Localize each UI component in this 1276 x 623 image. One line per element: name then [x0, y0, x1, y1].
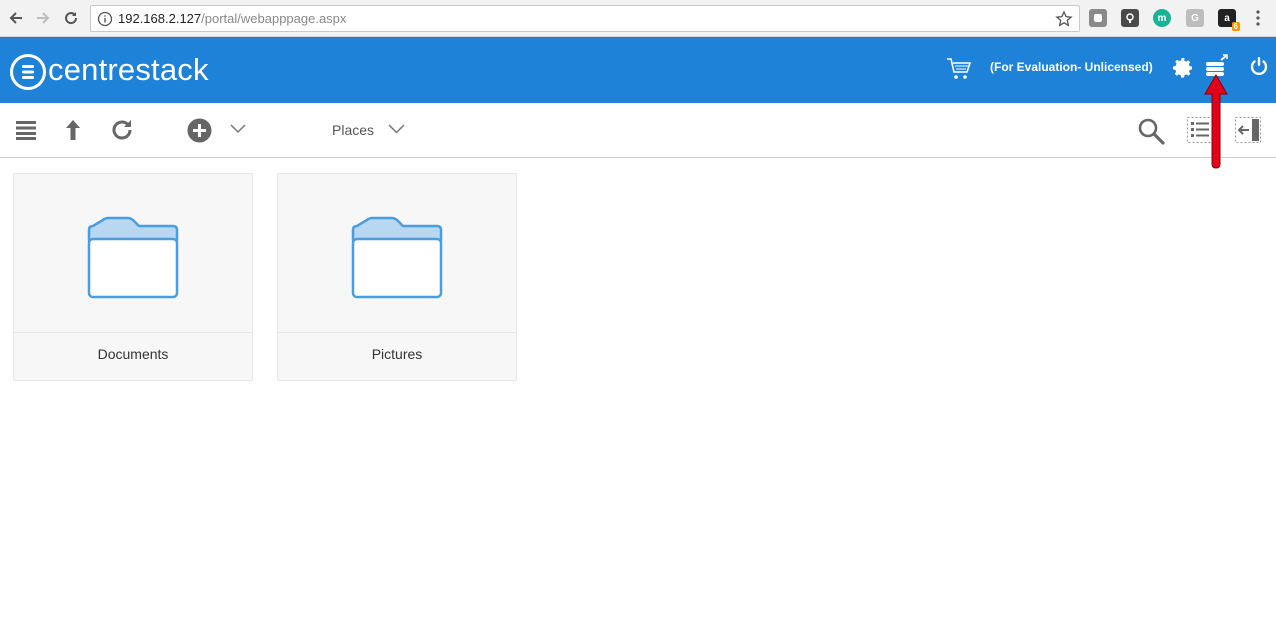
folder-name[interactable]: Pictures	[278, 346, 516, 362]
amazon-glyph: a	[1224, 12, 1230, 24]
url-path: /portal/webapppage.aspx	[201, 11, 347, 26]
tile-divider	[14, 332, 252, 333]
url-host: 192.168.2.127	[118, 11, 202, 26]
browser-menu-button[interactable]	[1246, 6, 1270, 30]
back-button[interactable]	[4, 6, 28, 30]
license-status[interactable]: (For Evaluation- Unlicensed)	[990, 60, 1153, 74]
tile-divider	[278, 332, 516, 333]
forward-button[interactable]	[31, 6, 55, 30]
forward-arrow-icon	[37, 12, 50, 24]
folder-name[interactable]: Documents	[14, 346, 252, 362]
folder-tile-pictures[interactable]: Pictures	[277, 173, 517, 381]
settings-gear-icon[interactable]	[1171, 56, 1195, 80]
lastpass-extension-icon[interactable]	[1121, 9, 1139, 27]
m-extension-icon[interactable]: m	[1153, 9, 1171, 27]
folder-tile-documents[interactable]: Documents	[13, 173, 253, 381]
amazon-extension-icon[interactable]: a 6	[1218, 9, 1240, 31]
pocket-extension-icon[interactable]	[1089, 9, 1107, 27]
power-logout-icon[interactable]	[1248, 56, 1270, 78]
up-folder-icon[interactable]	[64, 119, 82, 141]
add-new-icon[interactable]	[187, 118, 212, 143]
amazon-badge: 6	[1231, 22, 1240, 31]
add-dropdown-chevron-icon[interactable]	[230, 124, 246, 134]
places-dropdown-label[interactable]: Places	[332, 122, 374, 138]
bookmark-star-icon[interactable]	[1055, 10, 1073, 28]
folder-icon	[87, 216, 179, 299]
address-bar[interactable]: 192.168.2.127/portal/webapppage.aspx	[90, 5, 1080, 32]
refresh-icon[interactable]	[110, 118, 134, 142]
hamburger-menu-icon[interactable]	[16, 120, 36, 140]
logo-mark[interactable]	[10, 54, 46, 90]
folder-icon	[351, 216, 443, 299]
brand-name[interactable]: centrestack	[48, 52, 209, 88]
back-arrow-icon	[9, 12, 22, 24]
kebab-menu-icon	[1256, 10, 1260, 26]
collapse-panel-icon[interactable]	[1235, 117, 1261, 143]
app-header: centrestack (For Evaluation- Unlicensed)	[0, 37, 1276, 103]
shopping-cart-icon[interactable]	[946, 57, 972, 81]
url-text[interactable]: 192.168.2.127/portal/webapppage.aspx	[118, 11, 346, 26]
reload-icon	[65, 12, 78, 25]
search-icon[interactable]	[1137, 117, 1165, 145]
info-icon[interactable]	[97, 11, 113, 27]
reload-button[interactable]	[59, 6, 83, 30]
browser-toolbar: 192.168.2.127/portal/webapppage.aspx m G…	[0, 0, 1276, 37]
annotation-arrow-icon	[1204, 74, 1228, 169]
places-chevron-down-icon[interactable]	[388, 124, 405, 134]
logo-stack-icon	[22, 65, 34, 79]
file-toolbar: Places	[0, 103, 1276, 158]
g-extension-icon[interactable]: G	[1186, 9, 1204, 27]
